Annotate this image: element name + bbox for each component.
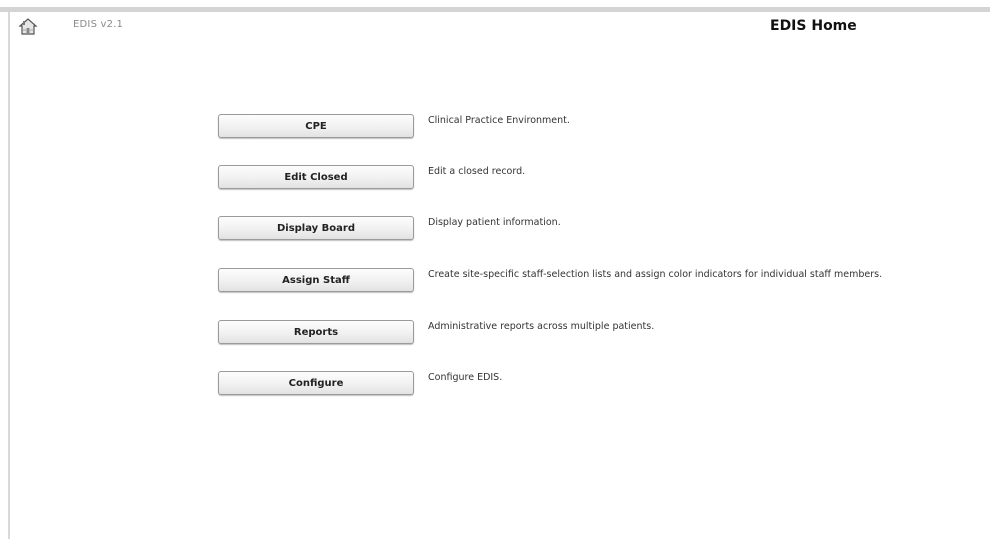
configure-button[interactable]: Configure <box>218 371 414 395</box>
left-divider <box>8 12 10 539</box>
home-icon[interactable] <box>18 17 38 37</box>
page-title: EDIS Home <box>770 18 857 34</box>
reports-button[interactable]: Reports <box>218 320 414 344</box>
configure-description: Configure EDIS. <box>428 372 503 383</box>
assign-staff-button[interactable]: Assign Staff <box>218 268 414 292</box>
edit-closed-description: Edit a closed record. <box>428 166 526 177</box>
top-divider <box>0 7 990 12</box>
edit-closed-button[interactable]: Edit Closed <box>218 165 414 189</box>
app-version: EDIS v2.1 <box>73 19 124 30</box>
display-board-button[interactable]: Display Board <box>218 216 414 240</box>
cpe-button[interactable]: CPE <box>218 114 414 138</box>
display-board-description: Display patient information. <box>428 217 561 228</box>
assign-staff-description: Create site-specific staff-selection lis… <box>428 269 883 280</box>
reports-description: Administrative reports across multiple p… <box>428 321 655 332</box>
cpe-description: Clinical Practice Environment. <box>428 115 570 126</box>
